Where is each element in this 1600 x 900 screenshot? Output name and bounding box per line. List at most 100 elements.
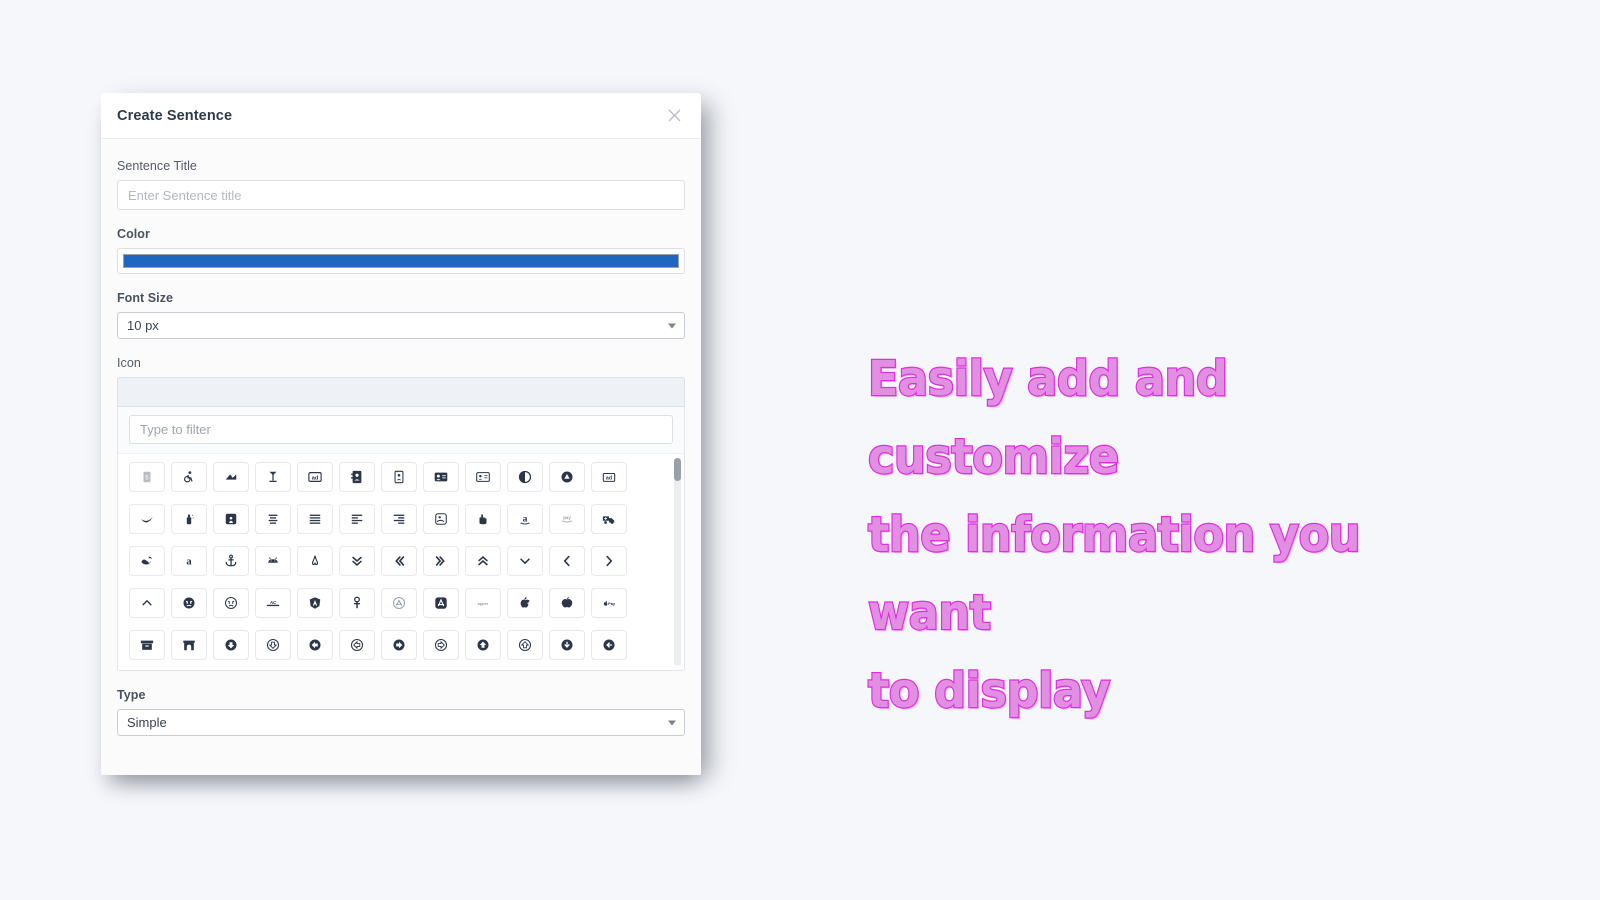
dialog-header: Create Sentence xyxy=(101,93,701,139)
font-size-label: Font Size xyxy=(117,291,174,305)
adn-icon[interactable] xyxy=(549,462,585,492)
angle-left-icon[interactable] xyxy=(549,546,585,576)
svg-text:ad: ad xyxy=(312,476,319,482)
color-swatch[interactable] xyxy=(123,254,679,268)
arrow-circle-left-icon[interactable] xyxy=(591,630,627,660)
allergies-icon[interactable] xyxy=(465,504,501,534)
ambulance-icon[interactable] xyxy=(591,504,627,534)
angle-double-up-icon[interactable] xyxy=(465,546,501,576)
dialog-body: Sentence Title Color Font Size 10 px Ico… xyxy=(101,139,701,775)
icon-filter-bar xyxy=(118,407,684,454)
apple-alt-icon[interactable] xyxy=(549,588,585,618)
align-justify-icon[interactable] xyxy=(297,504,333,534)
archive-icon[interactable] xyxy=(129,630,165,660)
headline-line-3: to display xyxy=(867,662,1112,721)
adjust-icon[interactable] xyxy=(507,462,543,492)
accessible-icon[interactable] xyxy=(171,462,207,492)
angry-icon[interactable] xyxy=(171,588,207,618)
icon-filter-input[interactable] xyxy=(129,415,673,444)
android-icon[interactable] xyxy=(255,546,291,576)
500px-icon[interactable]: 5 xyxy=(129,462,165,492)
amilia-icon[interactable]: a xyxy=(171,546,207,576)
app-store-ios-icon[interactable] xyxy=(423,588,459,618)
close-icon[interactable] xyxy=(663,105,685,127)
arrow-alt-circle-right-open-icon[interactable] xyxy=(423,630,459,660)
arrow-alt-circle-down-open-icon[interactable] xyxy=(255,630,291,660)
svg-text:pay: pay xyxy=(563,515,571,520)
arrow-alt-circle-right-icon[interactable] xyxy=(381,630,417,660)
type-label: Type xyxy=(117,688,146,702)
accusoft-icon[interactable] xyxy=(213,462,249,492)
apple-icon[interactable] xyxy=(507,588,543,618)
font-size-select[interactable]: 10 px xyxy=(117,312,685,339)
alipay-icon[interactable] xyxy=(423,504,459,534)
adversal-icon[interactable]: ad xyxy=(591,462,627,492)
icon-field: Icon 5 ad ad a pay a AC apper Pay xyxy=(117,356,685,671)
icon-grid-scroll-area[interactable]: 5 ad ad a pay a AC apper Pay xyxy=(118,454,684,670)
app-store-icon[interactable] xyxy=(381,588,417,618)
type-field: Type Simple xyxy=(117,688,685,736)
airbnb-icon[interactable] xyxy=(213,504,249,534)
affiliatetheme-icon[interactable] xyxy=(129,504,165,534)
angle-double-left-icon[interactable] xyxy=(381,546,417,576)
arrow-alt-circle-left-open-icon[interactable] xyxy=(339,630,375,660)
font-size-value[interactable]: 10 px xyxy=(117,312,685,339)
svg-text:AC: AC xyxy=(269,600,277,605)
color-label: Color xyxy=(117,227,150,241)
scrollbar-thumb[interactable] xyxy=(674,458,681,481)
align-center-icon[interactable] xyxy=(255,504,291,534)
air-freshener-icon[interactable] xyxy=(171,504,207,534)
color-picker[interactable] xyxy=(117,248,685,274)
address-card-icon[interactable] xyxy=(423,462,459,492)
icon-picker-dropdown: 5 ad ad a pay a AC apper Pay xyxy=(117,407,685,671)
address-book-open-icon[interactable] xyxy=(381,462,417,492)
amazon-icon[interactable]: a xyxy=(507,504,543,534)
svg-text:a: a xyxy=(186,557,192,568)
font-size-field: Font Size 10 px xyxy=(117,291,685,339)
angrycreative-icon[interactable]: AC xyxy=(255,588,291,618)
archway-icon[interactable] xyxy=(171,630,207,660)
align-left-icon[interactable] xyxy=(339,504,375,534)
icon-select-trigger[interactable] xyxy=(117,377,685,407)
svg-text:5: 5 xyxy=(145,475,149,482)
american-sign-language-interpreting-icon[interactable] xyxy=(129,546,165,576)
angle-up-icon[interactable] xyxy=(129,588,165,618)
chevron-down-icon xyxy=(668,323,676,328)
arrow-alt-circle-left-icon[interactable] xyxy=(297,630,333,660)
anchor-icon[interactable] xyxy=(213,546,249,576)
arrow-alt-circle-up-icon[interactable] xyxy=(465,630,501,660)
dialog-title: Create Sentence xyxy=(117,107,233,124)
arrow-alt-circle-up-open-icon[interactable] xyxy=(507,630,543,660)
icon-label: Icon xyxy=(117,356,141,370)
angle-double-down-icon[interactable] xyxy=(339,546,375,576)
arrow-alt-circle-down-icon[interactable] xyxy=(213,630,249,660)
angle-double-right-icon[interactable] xyxy=(423,546,459,576)
sentence-title-label: Sentence Title xyxy=(117,159,197,173)
angellist-icon[interactable] xyxy=(297,546,333,576)
angle-right-icon[interactable] xyxy=(591,546,627,576)
create-sentence-dialog: Create Sentence Sentence Title Color Fon… xyxy=(101,93,701,775)
arrow-circle-down-icon[interactable] xyxy=(549,630,585,660)
ad-icon[interactable]: ad xyxy=(297,462,333,492)
acquisitions-incorporated-icon[interactable] xyxy=(255,462,291,492)
address-book-icon[interactable] xyxy=(339,462,375,492)
icon-grid-scrollbar[interactable] xyxy=(674,458,681,666)
align-right-icon[interactable] xyxy=(381,504,417,534)
angular-icon[interactable] xyxy=(297,588,333,618)
angry-open-icon[interactable] xyxy=(213,588,249,618)
angle-down-icon[interactable] xyxy=(507,546,543,576)
amazon-pay-icon[interactable]: pay xyxy=(549,504,585,534)
apple-pay-icon[interactable]: Pay xyxy=(591,588,627,618)
apper-icon[interactable]: apper xyxy=(465,588,501,618)
chevron-down-icon xyxy=(668,720,676,725)
ankh-icon[interactable] xyxy=(339,588,375,618)
sentence-title-field: Sentence Title xyxy=(117,159,685,210)
type-select[interactable]: Simple xyxy=(117,709,685,736)
type-value[interactable]: Simple xyxy=(117,709,685,736)
address-card-open-icon[interactable] xyxy=(465,462,501,492)
svg-text:apper: apper xyxy=(478,601,489,606)
sentence-title-input[interactable] xyxy=(117,180,685,210)
